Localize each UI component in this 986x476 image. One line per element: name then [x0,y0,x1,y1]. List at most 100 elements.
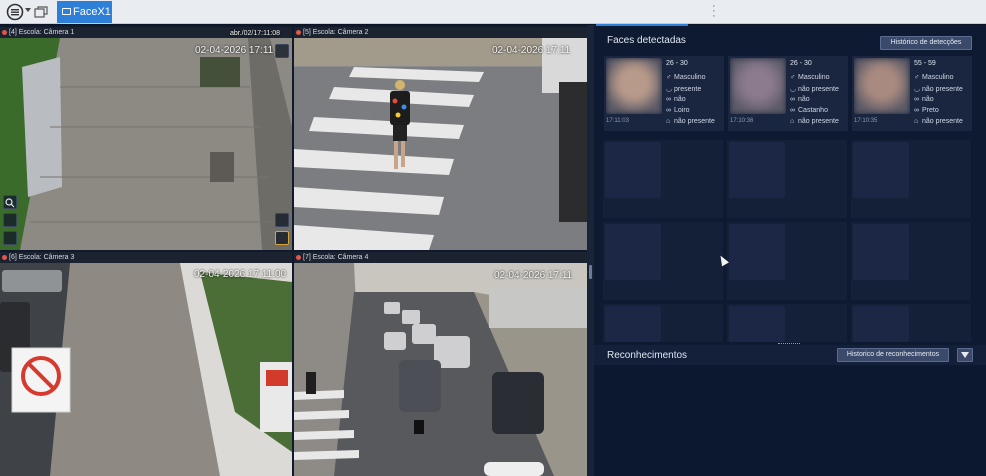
face-age: 26 - 30 [666,60,688,67]
face-time: 17:10:36 [730,118,754,124]
face-attr-value: Masculino [674,74,706,81]
face-attr-value: não presente [798,86,839,93]
empty-face-slot [603,140,723,218]
glasses-icon: ∞ [666,96,671,103]
face-time: 17:10:35 [854,118,878,124]
empty-face-slot [851,222,971,300]
camera-name: [5] Escola: Câmera 2 [303,29,369,36]
face-attr-value: Preto [922,107,939,114]
chevron-down-icon[interactable] [25,8,31,12]
window-restore-icon[interactable] [34,5,48,18]
face-attr-value: presente [674,86,702,93]
face-detect-icon[interactable] [275,231,289,245]
panel-splitter[interactable] [587,25,594,476]
status-dot [2,30,7,35]
status-dot [2,255,7,260]
male-icon: ♂ [790,74,796,81]
camera-timestamp: 02-04-2026 17:11 [195,45,274,56]
search-icon[interactable] [3,195,17,209]
tab-facex1[interactable]: FaceX1 [57,1,112,23]
status-dot [296,30,301,35]
face-card[interactable]: 26 - 30 ♂ Masculino ◡ presente ∞ não ∞ Loiro ⌂ não… [604,56,724,131]
camera-timestamp: 02-04-2026 17:11:00 [194,269,287,280]
face-attr-value: não presente [798,118,839,125]
camera-icon[interactable] [3,213,17,227]
camera-timestamp-small: abr./02/17:11:08 [230,30,281,37]
hat-icon: ⌂ [790,118,795,125]
hat-icon: ⌂ [666,118,671,125]
face-attr-value: Masculino [922,74,954,81]
face-attr-value: não [798,96,810,103]
filter-icon[interactable] [957,348,973,362]
face-attr-glasses: ∞ não [666,96,686,103]
face-attr-glasses: ∞ não [914,96,934,103]
face-attr-value: Loiro [674,107,690,114]
empty-face-slot [851,140,971,218]
camera-name: [7] Escola: Câmera 4 [303,254,369,261]
empty-face-slot [727,140,847,218]
face-attr-value: não presente [674,118,715,125]
face-attr-mask: ◡ não presente [914,85,963,93]
male-icon: ♂ [666,74,672,81]
face-card[interactable]: 26 - 30 ♂ Masculino ◡ não presente ∞ não ∞ Casta… [728,56,848,131]
face-thumbnail [606,58,662,114]
empty-thumb [853,306,909,342]
camera-name: [6] Escola: Câmera 3 [9,254,75,261]
face-attr-value: não [674,96,686,103]
mask-icon: ◡ [666,86,673,93]
empty-thumb [605,306,661,342]
detections-history-button[interactable]: Histórico de detecções [880,36,972,50]
face-attr-value: Masculino [798,74,830,81]
faces-section-title: Faces detectadas [607,35,686,46]
recognitions-history-button[interactable]: Historico de reconhecimentos [837,348,949,362]
face-image [606,58,662,114]
face-card[interactable]: 55 - 59 ♂ Masculino ◡ não presente ∞ não ∞ Preto… [852,56,972,131]
empty-thumb [853,142,909,198]
camera-1-image [0,27,292,250]
face-age: 26 - 30 [790,60,812,67]
empty-face-slot [603,222,723,300]
camera-grid: [4] Escola: Câmera 1 02-04-2026 17:11 ab… [0,25,587,476]
camera-view-1[interactable]: [4] Escola: Câmera 1 02-04-2026 17:11 ab… [0,27,292,250]
face-thumbnail [730,58,786,114]
male-icon: ♂ [914,74,920,81]
face-attr-glasses: ∞ não [790,96,810,103]
camera-view-4[interactable]: [7] Escola: Câmera 4 02-04-2026 17:11 [294,252,587,476]
face-attr-value: Castanho [798,107,828,114]
camera-label: [5] Escola: Câmera 2 [294,27,587,38]
face-attr-mask: ◡ presente [666,85,701,93]
face-attr-value: não [922,96,934,103]
face-attr-value: não presente [922,118,963,125]
face-attr-hair: ∞ Loiro [666,107,690,114]
more-vertical-icon[interactable]: · · · [712,1,716,22]
app-menu-icon[interactable] [6,3,26,21]
settings-icon[interactable] [275,213,289,227]
face-attr-value: não presente [922,86,963,93]
splitter-grip[interactable] [589,265,592,279]
status-dot [296,255,301,260]
camera-view-3[interactable]: [6] Escola: Câmera 3 02-04-2026 17:11:00 [0,252,292,476]
face-age: 55 - 59 [914,60,936,67]
camera-name: [4] Escola: Câmera 1 [9,29,75,36]
mask-icon: ◡ [914,86,921,93]
face-time: 17:11:03 [606,118,629,124]
face-thumbnail [854,58,910,114]
panel-tab-indicator [596,24,688,26]
empty-face-slot [727,304,847,342]
tab-label: FaceX1 [73,6,111,18]
face-image [854,58,910,114]
face-attr-gender: ♂ Masculino [666,74,706,81]
face-attr-hat: ⌂ não presente [790,118,839,125]
face-image [730,58,786,114]
glasses-icon: ∞ [790,96,795,103]
camera-timestamp: 02-04-2026 17:11 [494,270,573,281]
camera-record-icon[interactable] [275,44,289,58]
window-icon [62,8,71,15]
camera-3-image [0,252,292,476]
face-attr-hair: ∞ Preto [914,107,939,114]
face-attr-gender: ♂ Masculino [790,74,830,81]
camera-label: [6] Escola: Câmera 3 [0,252,292,263]
camera-view-2[interactable]: [5] Escola: Câmera 2 02-04-2026 17:11 [294,27,587,250]
empty-thumb [605,224,661,280]
bookmark-icon[interactable] [3,231,17,245]
